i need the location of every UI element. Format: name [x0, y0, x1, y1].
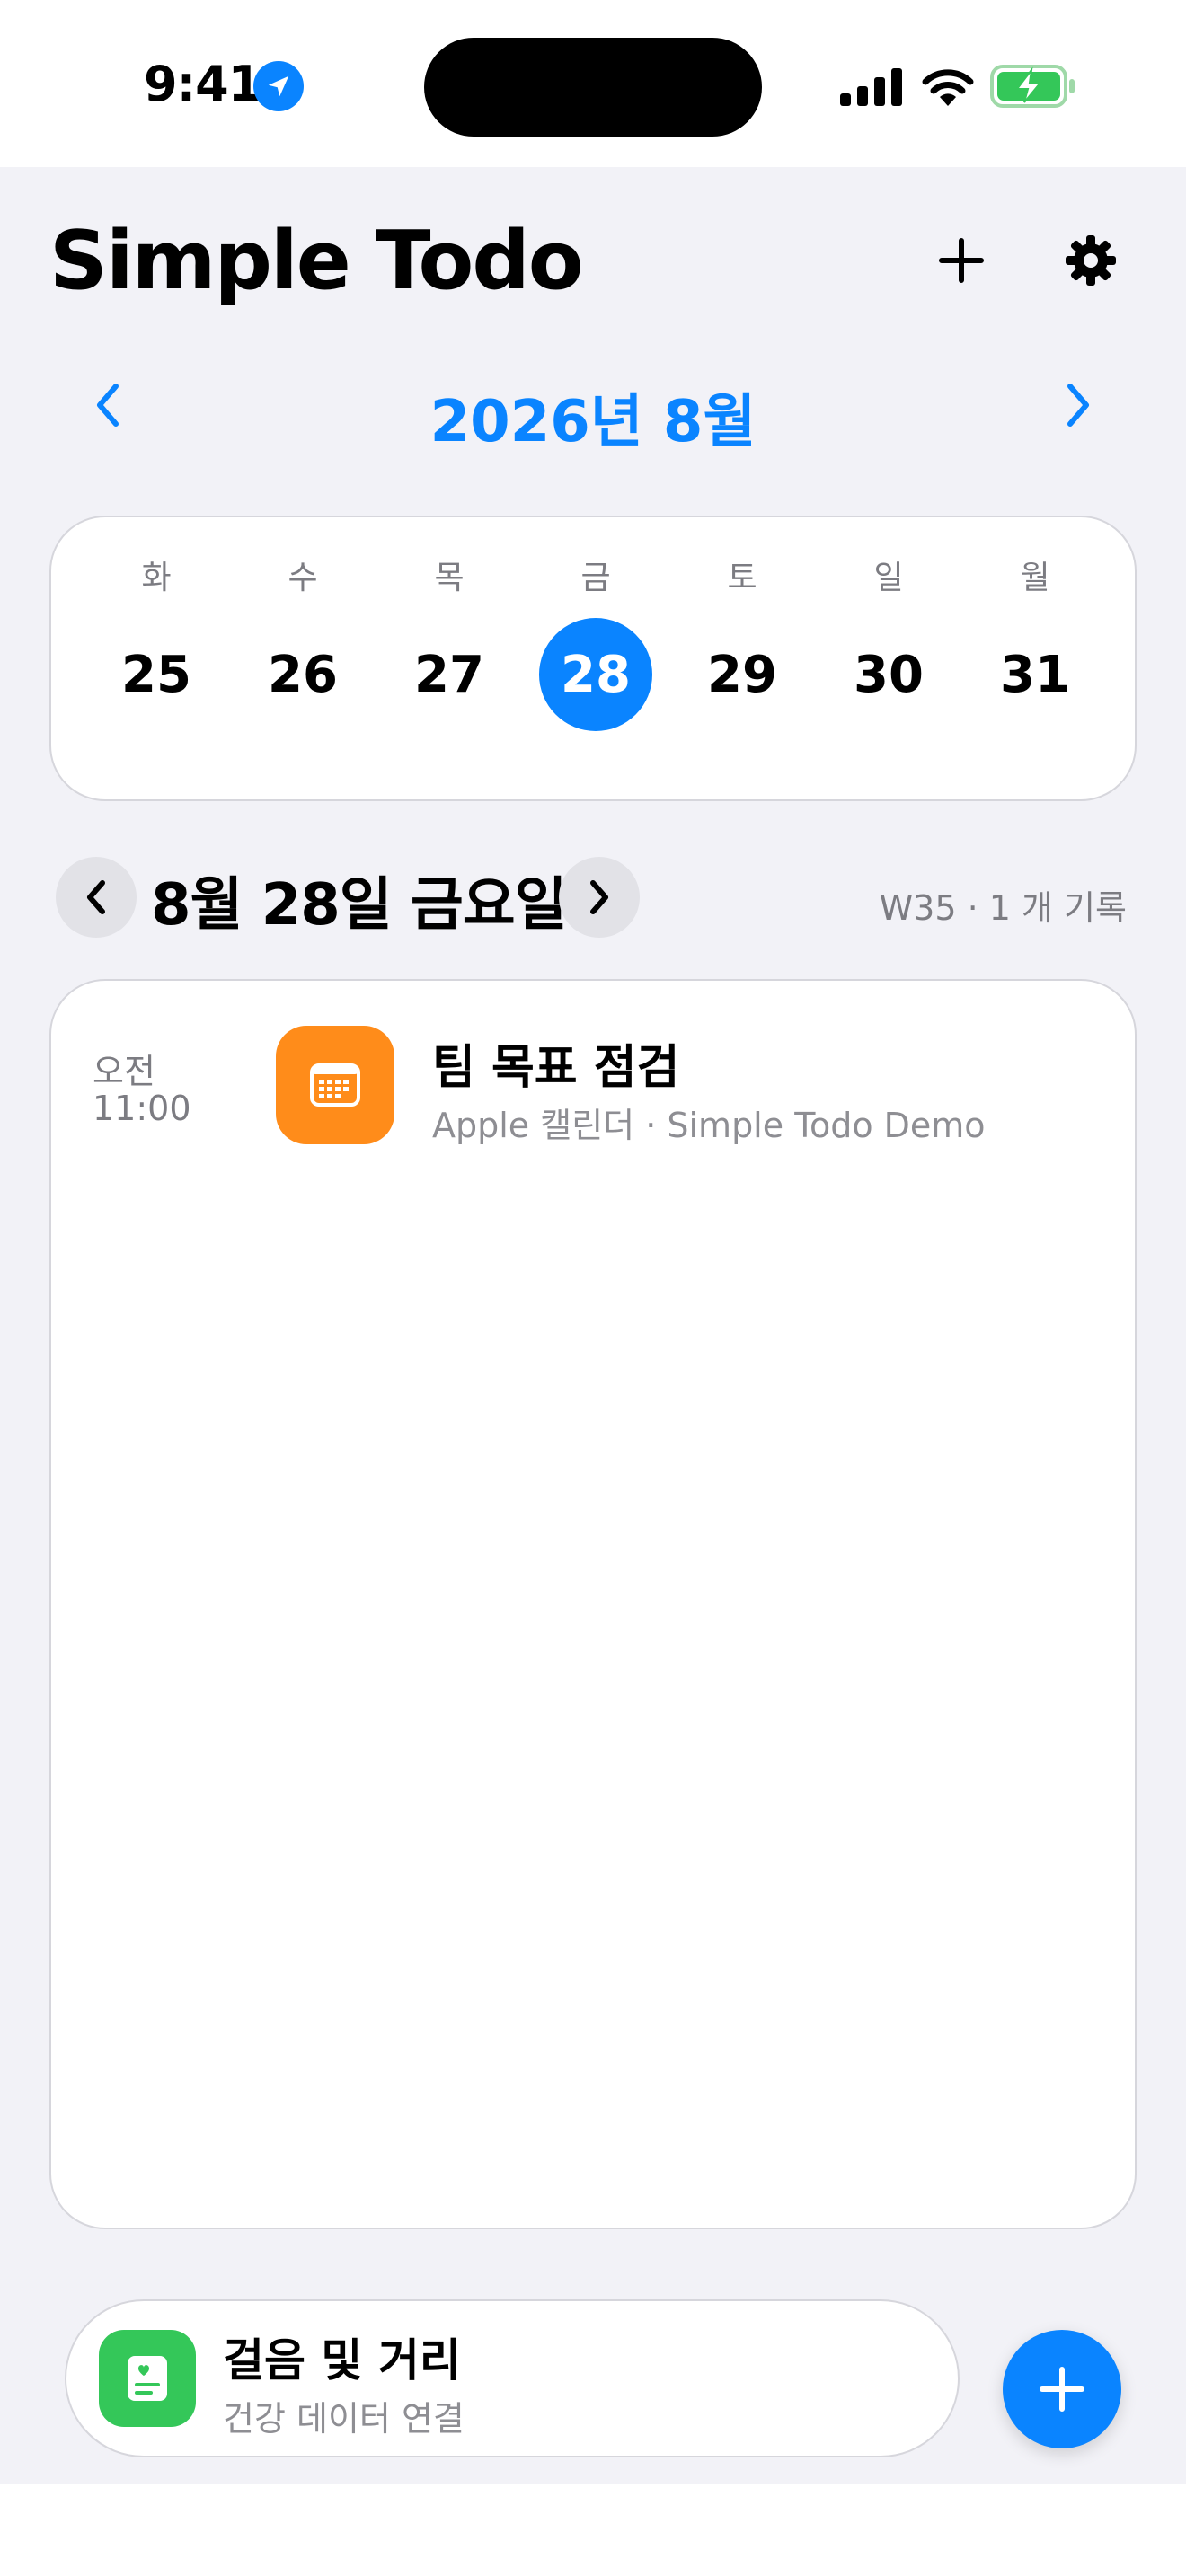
weekday-label: 목 — [434, 560, 465, 596]
day-cell[interactable]: 수 26 — [240, 551, 366, 731]
next-day-button[interactable] — [559, 857, 640, 938]
plus-icon — [939, 238, 984, 283]
health-title: 걸음 및 거리 — [223, 2334, 461, 2386]
event-ampm: 오전 — [93, 1052, 155, 1091]
weekday-label: 금 — [580, 560, 611, 596]
cellular-signal-icon — [840, 68, 902, 106]
event-time: 11:00 — [93, 1089, 191, 1128]
selected-date-label: 8월 28일 금요일 — [151, 872, 568, 939]
main-content: Simple Todo 2026년 8월 화 25 수 26 목 27 금 28… — [0, 167, 1186, 2484]
day-cell[interactable]: 목 27 — [386, 551, 512, 731]
date-navigator: 8월 28일 금요일 W35 · 1 개 기록 — [0, 850, 1186, 948]
day-number: 26 — [268, 645, 338, 704]
weekday-label: 화 — [141, 560, 172, 596]
battery-charging-icon — [990, 65, 1075, 108]
day-cell[interactable]: 화 25 — [93, 551, 219, 731]
add-button[interactable] — [925, 225, 997, 296]
status-bar: 9:41 — [0, 0, 1186, 167]
location-arrow-icon — [253, 61, 304, 111]
wifi-icon — [922, 69, 974, 106]
day-cell[interactable]: 토 29 — [679, 551, 805, 731]
floating-add-button[interactable] — [1003, 2330, 1121, 2448]
weekday-label: 일 — [873, 560, 904, 596]
event-source: Apple 캘린더 · Simple Todo Demo — [432, 1106, 986, 1145]
event-list: 오전 11:00 팀 목표 점검 Apple 캘린더 · Simple Todo… — [49, 979, 1137, 2229]
month-label[interactable]: 2026년 8월 — [0, 375, 1186, 458]
week-strip: 화 25 수 26 목 27 금 28 토 29 일 30 월 31 — [49, 516, 1137, 801]
health-icon — [99, 2330, 196, 2427]
weekday-label: 수 — [288, 560, 318, 596]
plus-icon — [1040, 2367, 1084, 2412]
month-navigator: 2026년 8월 — [0, 365, 1186, 455]
next-month-button[interactable] — [1051, 374, 1105, 437]
day-number: 30 — [854, 645, 924, 704]
chevron-left-icon — [87, 880, 105, 914]
chevron-right-icon — [1067, 384, 1089, 427]
weekday-label: 월 — [1020, 560, 1050, 596]
dynamic-island — [424, 38, 762, 137]
status-time: 9:41 — [144, 56, 261, 112]
day-number: 27 — [414, 645, 484, 704]
day-cell-selected[interactable]: 금 28 — [533, 551, 659, 731]
page-title: Simple Todo — [49, 214, 584, 308]
health-subtitle: 건강 데이터 연결 — [223, 2399, 465, 2439]
gear-icon — [1066, 235, 1116, 286]
day-number: 31 — [1000, 645, 1070, 704]
day-number: 25 — [121, 645, 191, 704]
day-number: 28 — [539, 618, 652, 731]
settings-button[interactable] — [1055, 225, 1127, 296]
day-number: 29 — [707, 645, 777, 704]
calendar-icon — [276, 1026, 394, 1144]
health-data-card[interactable]: 걸음 및 거리 건강 데이터 연결 — [65, 2299, 960, 2457]
day-cell[interactable]: 월 31 — [972, 551, 1098, 731]
weekday-label: 토 — [727, 560, 757, 596]
previous-day-button[interactable] — [56, 857, 137, 938]
week-record-count: W35 · 1 개 기록 — [879, 888, 1127, 928]
day-cell[interactable]: 일 30 — [826, 551, 951, 731]
event-title: 팀 목표 점검 — [432, 1041, 680, 1095]
chevron-right-icon — [590, 880, 608, 914]
